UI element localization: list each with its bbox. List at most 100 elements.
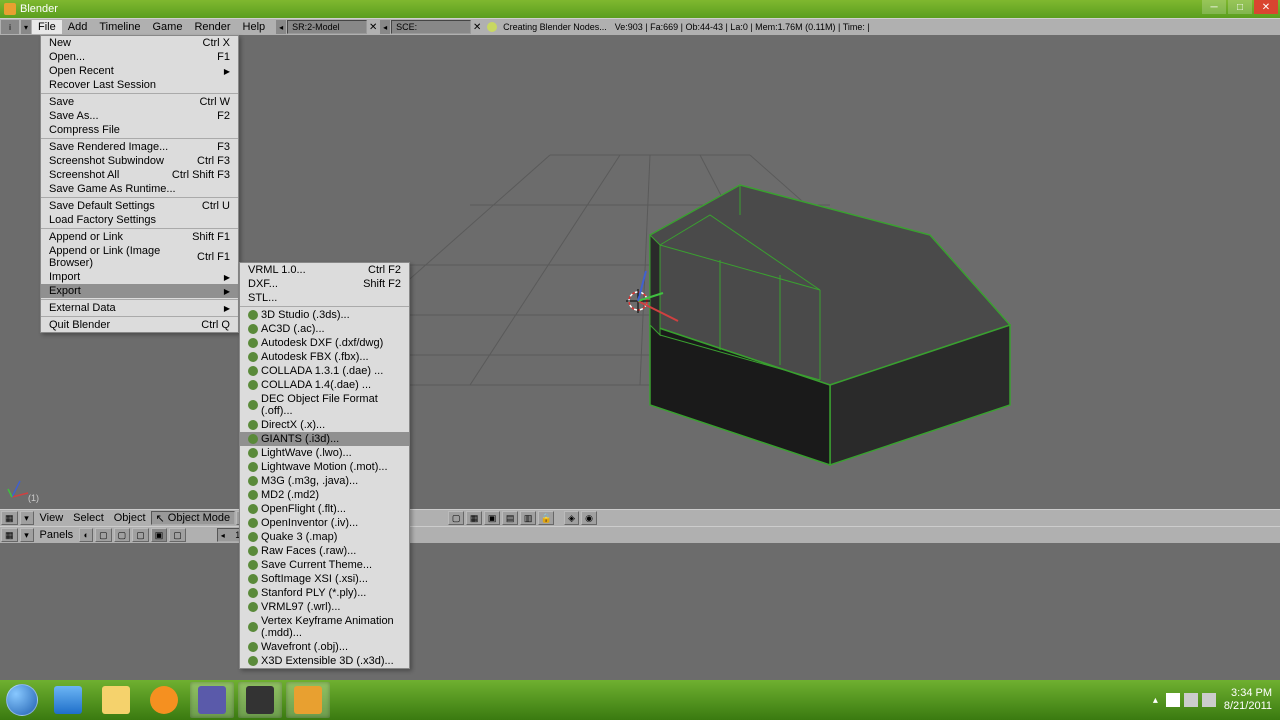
file-menu-item[interactable]: Save As...F2 — [41, 109, 238, 123]
panel-icon-2[interactable]: ▢ — [95, 528, 112, 542]
export-menu-item[interactable]: 3D Studio (.3ds)... — [240, 308, 409, 322]
toolbar-dropdown-icon[interactable]: ▾ — [20, 511, 34, 525]
export-menu-item[interactable]: AC3D (.ac)... — [240, 322, 409, 336]
file-menu-item[interactable]: Screenshot SubwindowCtrl F3 — [41, 154, 238, 168]
export-menu-item[interactable]: DEC Object File Format (.off)... — [240, 392, 409, 418]
export-menu-item[interactable]: Autodesk DXF (.dxf/dwg) — [240, 336, 409, 350]
task-hwinfo[interactable] — [190, 682, 234, 718]
export-menu-item[interactable]: SoftImage XSI (.xsi)... — [240, 572, 409, 586]
file-menu-item[interactable]: SaveCtrl W — [41, 95, 238, 109]
export-menu-item[interactable]: X3D Extensible 3D (.x3d)... — [240, 654, 409, 668]
task-explorer[interactable] — [94, 682, 138, 718]
menu-game[interactable]: Game — [146, 20, 188, 34]
export-menu-item[interactable]: DXF...Shift F2 — [240, 277, 409, 291]
export-menu-item[interactable]: LightWave (.lwo)... — [240, 446, 409, 460]
export-menu-item[interactable]: DirectX (.x)... — [240, 418, 409, 432]
file-menu-item[interactable]: Open Recent▶ — [41, 64, 238, 78]
tray-expand-icon[interactable]: ▴ — [1153, 695, 1158, 706]
status-title: Creating Blender Nodes... — [499, 22, 611, 32]
export-menu-item[interactable]: Vertex Keyframe Animation (.mdd)... — [240, 614, 409, 640]
file-menu-item[interactable]: Open...F1 — [41, 50, 238, 64]
menu-render[interactable]: Render — [188, 20, 236, 34]
widget-translate-icon[interactable]: ◈ — [564, 511, 579, 525]
lock-icon[interactable]: 🔒 — [538, 511, 554, 525]
draw-solid-icon[interactable]: ▣ — [484, 511, 500, 525]
export-menu-item[interactable]: Autodesk FBX (.fbx)... — [240, 350, 409, 364]
mode-select[interactable]: ↖ Object Mode — [151, 511, 236, 525]
info-header-icon[interactable]: i — [1, 20, 19, 34]
draw-shaded-icon[interactable]: ▤ — [502, 511, 518, 525]
menu-object[interactable]: Object — [109, 512, 151, 524]
panel-icon-5[interactable]: ▣ — [151, 528, 168, 542]
export-menu-item[interactable]: Raw Faces (.raw)... — [240, 544, 409, 558]
menu-file[interactable]: File — [32, 20, 62, 34]
task-wmp[interactable] — [142, 682, 186, 718]
menu-add[interactable]: Add — [62, 20, 94, 34]
export-menu-item[interactable]: Stanford PLY (*.ply)... — [240, 586, 409, 600]
file-menu-item[interactable]: Append or LinkShift F1 — [41, 230, 238, 244]
task-ie[interactable] — [46, 682, 90, 718]
file-menu-item[interactable]: Export▶ — [41, 284, 238, 298]
panel-icon-1[interactable]: ◐ — [79, 528, 93, 542]
draw-wire-icon[interactable]: ▦ — [466, 511, 482, 525]
minimize-button[interactable]: ─ — [1202, 0, 1226, 14]
buttons-editor-icon[interactable]: ▦ — [1, 528, 18, 542]
dropdown-icon[interactable]: ▾ — [21, 20, 31, 34]
draw-bbox-icon[interactable]: ▢ — [448, 511, 464, 525]
draw-tex-icon[interactable]: ▥ — [520, 511, 536, 525]
export-menu-item[interactable]: MD2 (.md2) — [240, 488, 409, 502]
file-menu-item[interactable]: Screenshot AllCtrl Shift F3 — [41, 168, 238, 182]
export-menu-item[interactable]: Lightwave Motion (.mot)... — [240, 460, 409, 474]
tray-network-icon[interactable] — [1184, 693, 1198, 707]
export-menu-item[interactable]: VRML 1.0...Ctrl F2 — [240, 263, 409, 277]
system-clock[interactable]: 3:34 PM 8/21/2011 — [1224, 687, 1272, 713]
file-menu-item[interactable]: External Data▶ — [41, 301, 238, 315]
buttons-dropdown-icon[interactable]: ▾ — [20, 528, 34, 542]
export-menu-item[interactable]: OpenFlight (.flt)... — [240, 502, 409, 516]
editor-type-icon[interactable]: ▦ — [1, 511, 18, 525]
file-menu-item[interactable]: Append or Link (Image Browser)Ctrl F1 — [41, 244, 238, 270]
maximize-button[interactable]: □ — [1228, 0, 1252, 14]
export-menu-item[interactable]: COLLADA 1.3.1 (.dae) ... — [240, 364, 409, 378]
spinner-left-icon[interactable]: ◂ — [218, 531, 228, 540]
file-menu-item[interactable]: Compress File — [41, 123, 238, 137]
export-menu-item[interactable]: Wavefront (.obj)... — [240, 640, 409, 654]
export-menu-item[interactable]: STL... — [240, 291, 409, 305]
file-menu-item[interactable]: Recover Last Session — [41, 78, 238, 92]
panel-icon-6[interactable]: ▢ — [169, 528, 186, 542]
task-blender[interactable] — [286, 682, 330, 718]
file-menu-item[interactable]: Save Default SettingsCtrl U — [41, 199, 238, 213]
panel-icon-3[interactable]: ▢ — [114, 528, 131, 542]
file-menu-item[interactable]: Save Rendered Image...F3 — [41, 140, 238, 154]
export-menu-item[interactable]: VRML97 (.wrl)... — [240, 600, 409, 614]
menu-view[interactable]: View — [35, 512, 69, 524]
export-menu-item[interactable]: M3G (.m3g, .java)... — [240, 474, 409, 488]
tray-volume-icon[interactable] — [1202, 693, 1216, 707]
export-menu-item[interactable]: COLLADA 1.4(.dae) ... — [240, 378, 409, 392]
widget-rotate-icon[interactable]: ◉ — [581, 511, 597, 525]
scene-arrow-icon[interactable]: ◂ — [276, 20, 286, 34]
export-menu-item[interactable]: Quake 3 (.map) — [240, 530, 409, 544]
file-menu-item[interactable]: Quit BlenderCtrl Q — [41, 318, 238, 332]
panel-icon-4[interactable]: ▢ — [132, 528, 149, 542]
export-menu-item[interactable]: GIANTS (.i3d)... — [240, 432, 409, 446]
menu-timeline[interactable]: Timeline — [93, 20, 146, 34]
export-menu-item[interactable]: Save Current Theme... — [240, 558, 409, 572]
export-menu-item[interactable]: OpenInventor (.iv)... — [240, 516, 409, 530]
sce-field[interactable]: SCE: — [391, 20, 471, 34]
sr-field[interactable]: SR:2-Model — [287, 20, 367, 34]
file-menu-item[interactable]: Save Game As Runtime... — [41, 182, 238, 196]
menu-help[interactable]: Help — [237, 20, 272, 34]
start-button[interactable] — [0, 680, 44, 720]
sr-close-icon[interactable]: ✕ — [367, 22, 379, 33]
status-stats: Ve:903 | Fa:669 | Ob:44-43 | La:0 | Mem:… — [611, 22, 874, 32]
menu-select[interactable]: Select — [68, 512, 109, 524]
task-camera[interactable] — [238, 682, 282, 718]
file-menu-item[interactable]: NewCtrl X — [41, 36, 238, 50]
sce-arrow-icon[interactable]: ◂ — [380, 20, 390, 34]
tray-flag-icon[interactable] — [1166, 693, 1180, 707]
file-menu-item[interactable]: Import▶ — [41, 270, 238, 284]
file-menu-item[interactable]: Load Factory Settings — [41, 213, 238, 227]
sce-close-icon[interactable]: ✕ — [471, 22, 483, 33]
close-button[interactable]: ✕ — [1254, 0, 1278, 14]
